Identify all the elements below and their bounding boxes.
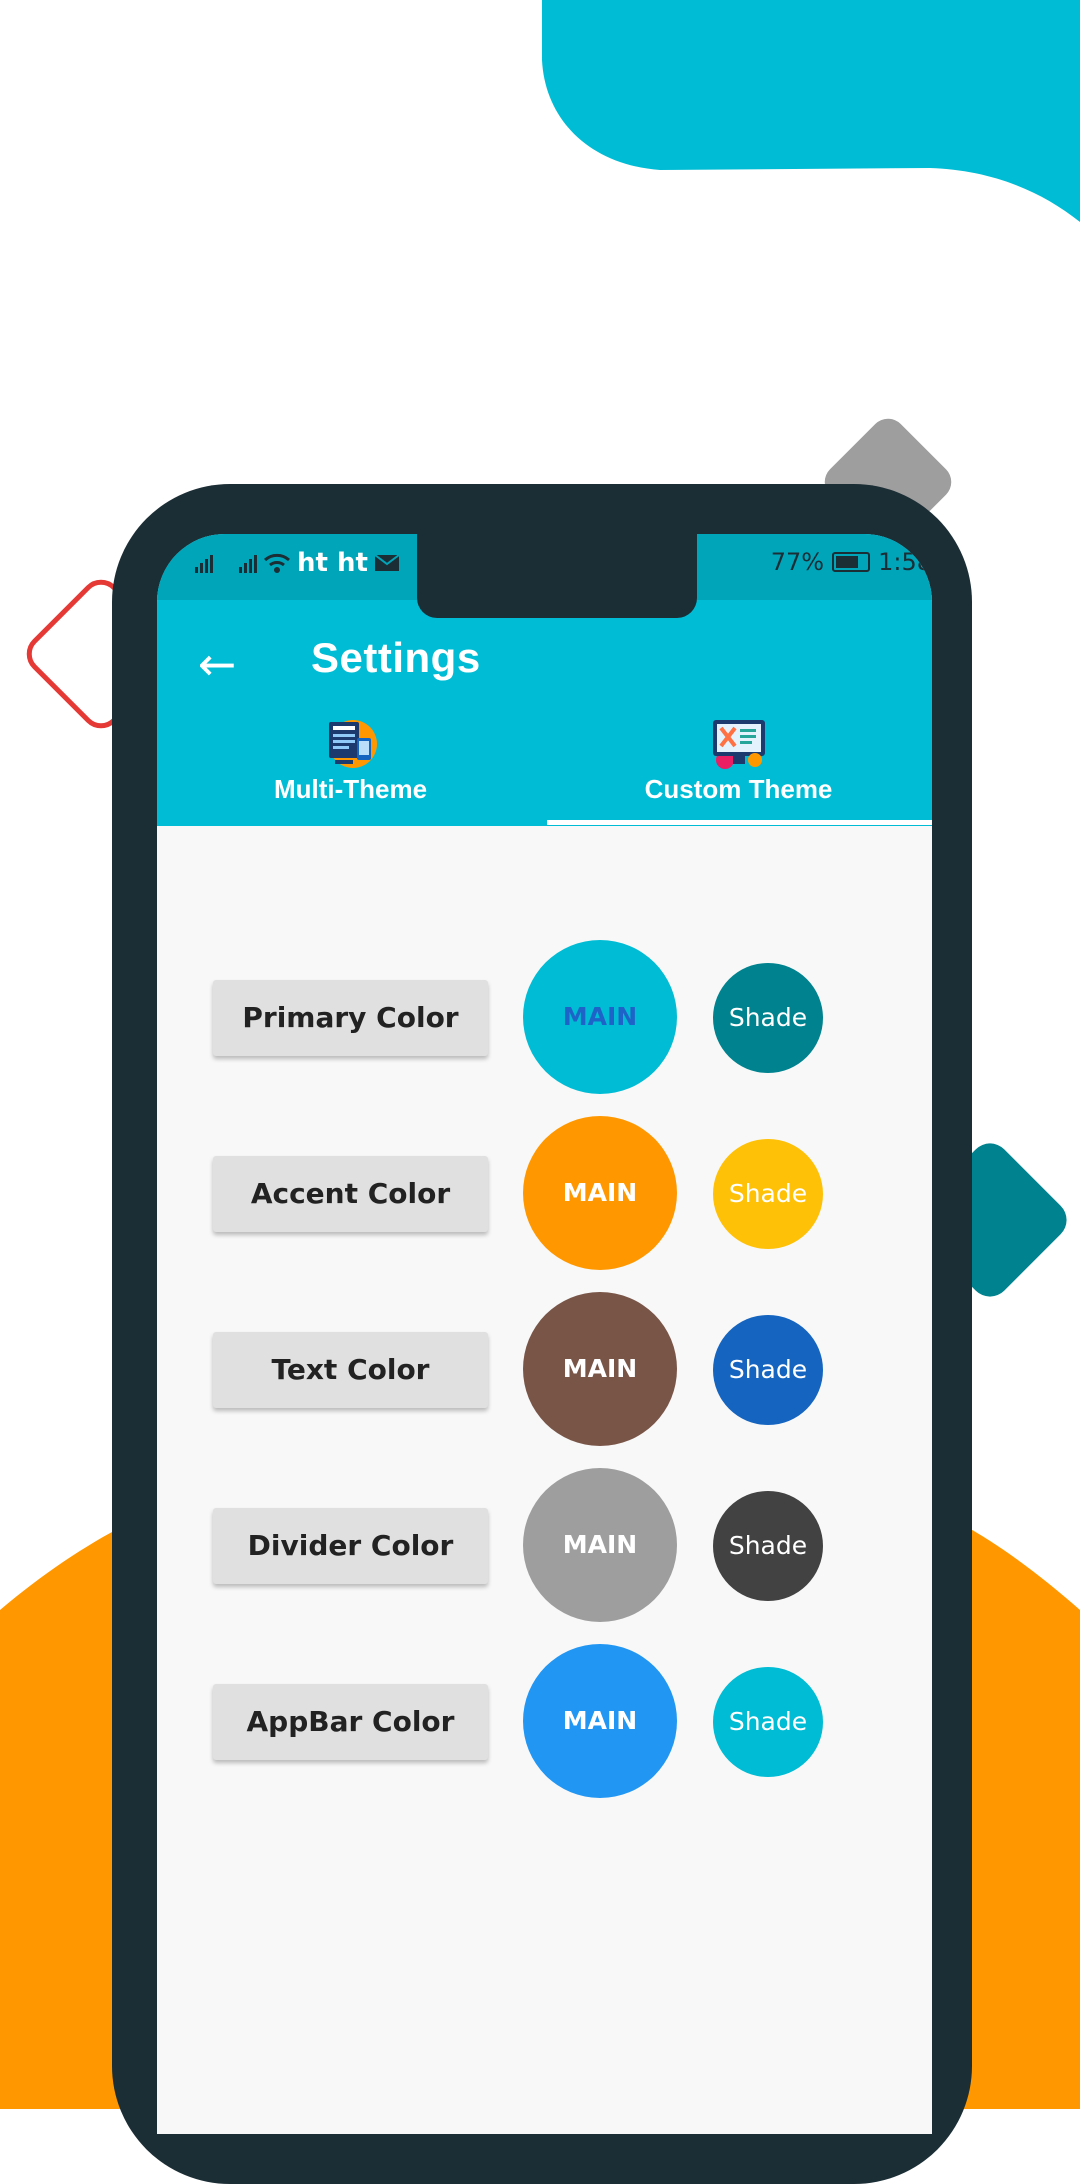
custom-theme-icon [712, 720, 765, 769]
color-row: Text Color MAIN Shade [213, 1292, 913, 1452]
main-color-swatch[interactable]: MAIN [523, 1292, 677, 1446]
color-label-button[interactable]: Divider Color [213, 1508, 488, 1584]
mail-icon [374, 554, 400, 571]
teal-blob [542, 0, 1080, 222]
phone-notch [417, 534, 697, 618]
status-icons-right: 77% 1:58 [771, 548, 932, 576]
wifi-icon [264, 553, 290, 573]
app-bar: ht ht 77% 1:58 ← Settings Multi-Theme Cu… [157, 534, 932, 826]
color-row: AppBar Color MAIN Shade [213, 1644, 913, 1804]
main-color-swatch[interactable]: MAIN [523, 1116, 677, 1270]
shade-color-swatch[interactable]: Shade [713, 1667, 823, 1777]
color-label-button[interactable]: Accent Color [213, 1156, 488, 1232]
main-color-swatch[interactable]: MAIN [523, 1644, 677, 1798]
shade-color-swatch[interactable]: Shade [713, 1315, 823, 1425]
color-label-button[interactable]: AppBar Color [213, 1684, 488, 1760]
color-label-button[interactable]: Primary Color [213, 980, 488, 1056]
tab-label: Custom Theme [644, 774, 833, 804]
color-label-button[interactable]: Text Color [213, 1332, 488, 1408]
page-title: Settings [311, 634, 481, 681]
color-row: Primary Color MAIN Shade [213, 940, 913, 1100]
arrow-left-icon[interactable]: ← [189, 636, 245, 692]
signal-icon-2 [239, 553, 257, 573]
signal-icon [195, 553, 213, 573]
shade-color-swatch[interactable]: Shade [713, 1139, 823, 1249]
phone-screen: ht ht 77% 1:58 ← Settings Multi-Theme Cu… [157, 534, 932, 2134]
tab-multi-theme[interactable]: Multi-Theme [157, 714, 544, 826]
main-color-swatch[interactable]: MAIN [523, 1468, 677, 1622]
tab-indicator [547, 820, 932, 825]
shade-color-swatch[interactable]: Shade [713, 963, 823, 1073]
shade-color-swatch[interactable]: Shade [713, 1491, 823, 1601]
tab-label: Multi-Theme [273, 774, 428, 804]
clock: 1:58 [878, 548, 932, 576]
tab-custom-theme[interactable]: Custom Theme [545, 714, 932, 826]
color-row: Accent Color MAIN Shade [213, 1116, 913, 1276]
main-color-swatch[interactable]: MAIN [523, 940, 677, 1094]
color-row: Divider Color MAIN Shade [213, 1468, 913, 1628]
multi-theme-icon [328, 720, 377, 768]
battery-icon [832, 552, 871, 572]
network-label: ht ht [297, 548, 368, 578]
status-icons-left: ht ht [195, 548, 400, 578]
battery-percentage: 77% [770, 548, 825, 576]
